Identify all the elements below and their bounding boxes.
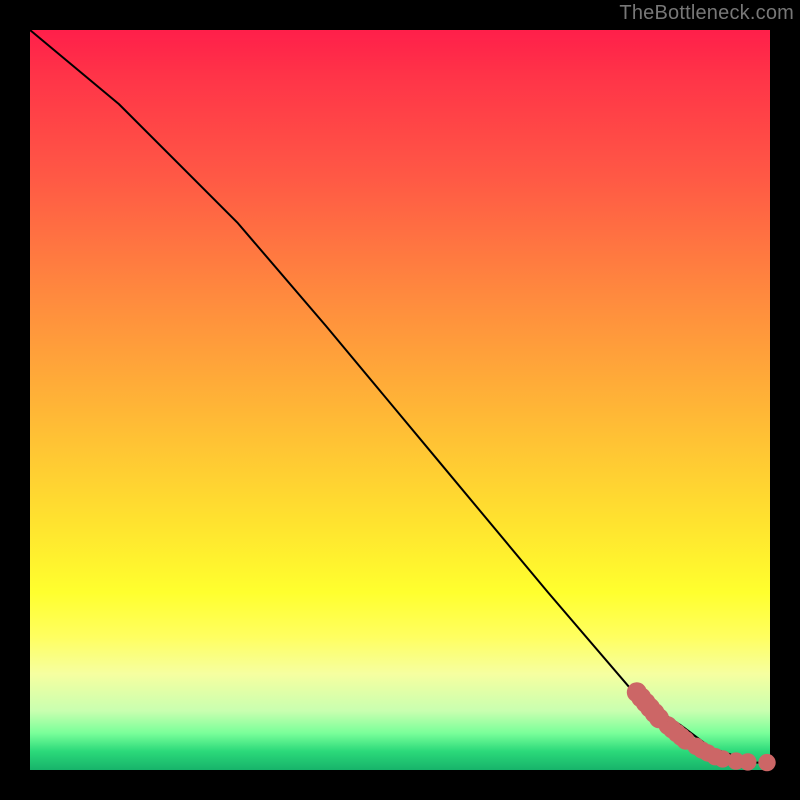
data-marker xyxy=(758,754,775,771)
watermark-text: TheBottleneck.com xyxy=(619,2,794,25)
plot-svg xyxy=(30,30,770,770)
marker-layer xyxy=(627,682,776,771)
data-marker xyxy=(739,753,756,770)
curve-line xyxy=(30,30,770,763)
plot-area xyxy=(30,30,770,770)
chart-frame: TheBottleneck.com xyxy=(0,0,800,800)
